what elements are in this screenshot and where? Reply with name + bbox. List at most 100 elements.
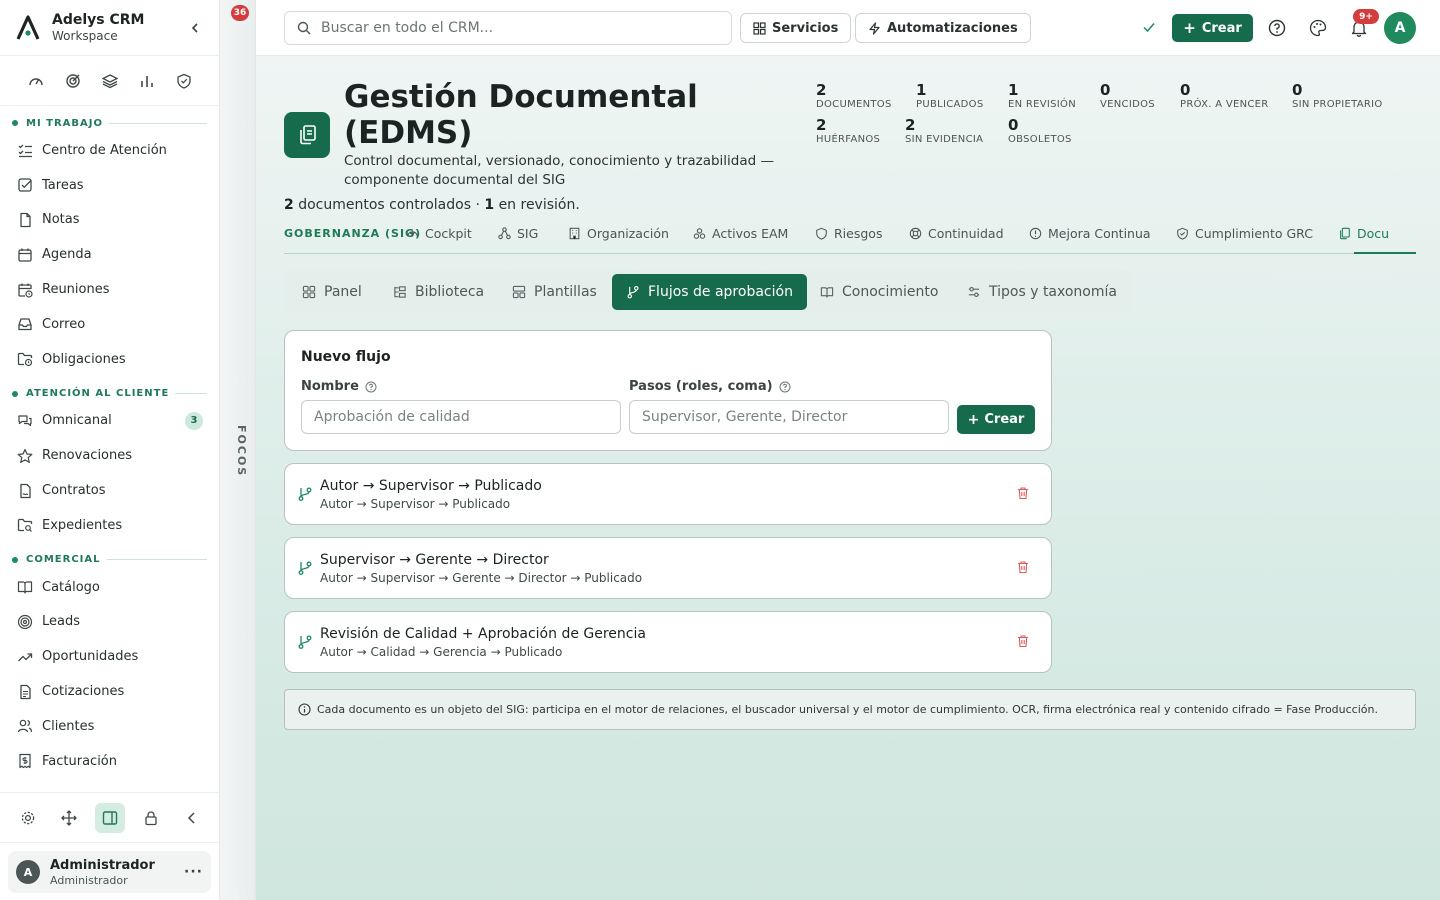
sidebar-item-leads[interactable]: Leads (0, 605, 219, 640)
trash-icon[interactable] (1016, 560, 1032, 576)
sidebar-item-label: Expedientes (42, 517, 123, 533)
section-divider (106, 559, 207, 561)
move-icon[interactable] (54, 803, 84, 833)
subtab-tipos-y-taxonom-a[interactable]: Tipos y taxonomía (953, 274, 1131, 310)
sidebar-item-tareas[interactable]: Tareas (0, 168, 219, 203)
help-circle-icon[interactable] (365, 381, 377, 393)
tab-docu[interactable]: Docu (1338, 226, 1389, 241)
palette-icon[interactable] (1308, 18, 1328, 38)
new-flow-title: Nuevo flujo (301, 349, 391, 365)
subtab-biblioteca[interactable]: Biblioteca (379, 274, 498, 310)
kpi-label: VENCIDOS (1100, 99, 1155, 110)
brand-logo-icon (14, 14, 42, 42)
sidebar-item-notas[interactable]: Notas (0, 203, 219, 238)
sidebar-item-label: Reuniones (42, 282, 110, 298)
user-role: Administrador (50, 873, 128, 887)
flow-steps-input[interactable] (629, 400, 949, 434)
sidebar-item-omnicanal[interactable]: Omnicanal 3 (0, 404, 219, 439)
topbar: Servicios Automatizaciones + Crear 9+ A (256, 0, 1440, 56)
sidebar-item-label: Obligaciones (42, 351, 126, 367)
subtab-conocimiento[interactable]: Conocimiento (806, 274, 952, 310)
flow-title: Autor → Supervisor → Publicado (320, 478, 542, 494)
target-icon (16, 613, 34, 631)
subtab-flujos-de-aprobaci-n[interactable]: Flujos de aprobación (612, 274, 807, 310)
help-circle-icon[interactable] (779, 381, 791, 393)
tab-cockpit[interactable]: Cockpit (406, 226, 472, 241)
sidebar-item-renovaciones[interactable]: Renovaciones (0, 438, 219, 473)
sidebar-item-facturaci-n[interactable]: Facturación (0, 744, 219, 779)
lock-icon[interactable] (136, 803, 166, 833)
kpi-value: 0 (1292, 81, 1303, 99)
template-icon (512, 285, 526, 299)
tab-label: Organización (587, 226, 669, 241)
sidebar-item-label: Contratos (42, 483, 106, 499)
section-title: MI TRABAJO (26, 117, 103, 129)
sidebar-item-clientes[interactable]: Clientes (0, 709, 219, 744)
tab-sig[interactable]: SIG (498, 226, 538, 241)
user-menu-button[interactable]: ··· (184, 864, 203, 880)
subtab-plantillas[interactable]: Plantillas (498, 274, 611, 310)
plus-icon: + (1183, 19, 1196, 37)
sliders-icon (967, 285, 981, 299)
grid-icon (753, 21, 766, 35)
sidebar-item-cotizaciones[interactable]: Cotizaciones (0, 674, 219, 709)
flow-card[interactable]: Supervisor → Gerente → Director Autor → … (284, 537, 1052, 599)
kpi-value: 1 (916, 81, 927, 99)
sidebar-item-cat-logo[interactable]: Catálogo (0, 570, 219, 605)
kpi-value: 2 (905, 116, 916, 134)
receipt-icon (16, 752, 34, 770)
automatizaciones-button[interactable]: Automatizaciones (855, 13, 1031, 43)
target-icon[interactable] (64, 72, 82, 90)
sidebar-item-oportunidades[interactable]: Oportunidades (0, 639, 219, 674)
kpi-sin-propietario: 0 SIN PROPIETARIO (1292, 82, 1383, 110)
tab-riesgos[interactable]: Riesgos (815, 226, 882, 241)
create-flow-button[interactable]: + Crear (957, 405, 1035, 434)
kpi-label: PRÓX. A VENCER (1180, 99, 1269, 110)
notification-badge: 9+ (1353, 9, 1379, 24)
user-avatar-button[interactable]: A (1384, 12, 1416, 44)
tab-continuidad[interactable]: Continuidad (909, 226, 1004, 241)
help-icon[interactable] (1267, 18, 1287, 38)
kpi-publicados: 1 PUBLICADOS (916, 82, 983, 110)
chevron-left-icon[interactable] (177, 803, 207, 833)
trash-icon[interactable] (1016, 486, 1032, 502)
bar-chart-icon[interactable] (138, 72, 156, 90)
gauge-icon[interactable] (27, 72, 45, 90)
tab-mejora-continua[interactable]: Mejora Continua (1029, 226, 1151, 241)
focos-rail[interactable]: 36 FOCOS (220, 0, 256, 900)
tab-label: Cumplimiento GRC (1195, 226, 1313, 241)
layers-icon[interactable] (101, 72, 119, 90)
section-title: ATENCIÓN AL CLIENTE (26, 388, 170, 400)
inbox-icon (16, 315, 34, 333)
settings-icon[interactable] (13, 803, 43, 833)
sidebar-item-correo[interactable]: Correo (0, 307, 219, 342)
alert-circle-icon (1029, 227, 1042, 240)
panel-icon[interactable] (94, 802, 125, 833)
user-card[interactable]: A Administrador Administrador ··· (8, 851, 211, 893)
flow-card[interactable]: Revisión de Calidad + Aprobación de Gere… (284, 611, 1052, 673)
crear-button[interactable]: + Crear (1172, 14, 1253, 42)
shield-check-icon[interactable] (175, 72, 193, 90)
tab-organizaci-n[interactable]: Organización (568, 226, 669, 241)
servicios-button[interactable]: Servicios (740, 13, 852, 43)
kpi-value: 0 (1100, 81, 1111, 99)
sidebar-item-reuniones[interactable]: Reuniones (0, 272, 219, 307)
flow-name-input[interactable] (301, 400, 621, 434)
sidebar-item-contratos[interactable]: Contratos (0, 473, 219, 508)
tab-activos-eam[interactable]: Activos EAM (693, 226, 788, 241)
sidebar-item-expedientes[interactable]: Expedientes (0, 508, 219, 543)
search-box[interactable] (284, 11, 732, 45)
search-input[interactable] (321, 20, 731, 36)
shield-icon (815, 227, 828, 240)
flow-card[interactable]: Autor → Supervisor → Publicado Autor → S… (284, 463, 1052, 525)
collapse-sidebar-icon[interactable] (185, 18, 205, 38)
section-title: COMERCIAL (26, 554, 101, 566)
trash-icon[interactable] (1016, 634, 1032, 650)
sidebar-item-obligaciones[interactable]: Obligaciones (0, 342, 219, 377)
focos-label[interactable]: FOCOS (228, 425, 248, 477)
summary-docs-count: 2 (284, 197, 294, 213)
subtab-panel[interactable]: Panel (288, 274, 376, 310)
sidebar-item-centro-de-atenci-n[interactable]: Centro de Atención (0, 133, 219, 168)
sidebar-item-agenda[interactable]: Agenda (0, 237, 219, 272)
tab-cumplimiento-grc[interactable]: Cumplimiento GRC (1176, 226, 1313, 241)
